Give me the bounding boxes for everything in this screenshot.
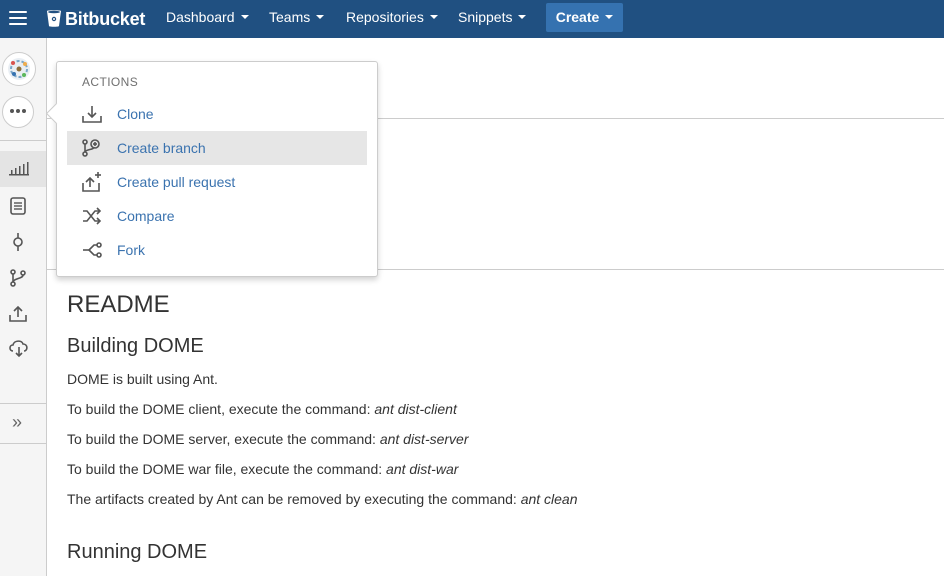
branch-add-icon [81,137,103,159]
readme-paragraph: The artifacts created by Ant can be remo… [67,490,927,508]
create-button[interactable]: Create [546,3,623,32]
action-create-pull-request-label: Create pull request [117,174,236,190]
sidebar-item-downloads[interactable] [0,330,46,366]
dot [22,108,26,113]
repository-avatar[interactable] [2,52,36,86]
action-fork-label: Fork [117,242,145,258]
command-text: ant dist-client [374,401,457,417]
caret-down-icon [316,15,325,20]
bitbucket-logo[interactable]: Bitbucket [46,8,145,30]
nav-snippets[interactable]: Snippets [458,0,527,38]
nav-repositories[interactable]: Repositories [346,0,438,38]
sidebar-item-source[interactable] [0,188,46,224]
dot [16,108,20,113]
bar-chart-icon [9,162,29,176]
repository-avatar-image [8,58,30,80]
shuffle-icon [81,205,103,227]
action-fork[interactable]: Fork [67,233,367,267]
nav-dashboard[interactable]: Dashboard [166,0,249,38]
document-icon [10,197,26,215]
more-actions-button[interactable] [2,96,34,128]
sidebar-item-pull-requests[interactable] [0,296,46,332]
branch-icon [10,269,26,287]
command-text: ant clean [520,491,578,507]
action-compare[interactable]: Compare [67,199,367,233]
command-text: ant dist-server [379,431,469,447]
caret-down-icon [518,15,527,20]
caret-down-icon [240,15,249,20]
brand-name: Bitbucket [65,8,146,29]
nav-teams[interactable]: Teams [269,0,325,38]
building-heading: Building DOME [67,335,204,357]
bitbucket-bucket-icon [47,10,61,27]
caret-down-icon [429,15,438,20]
actions-dropdown: ACTIONS Clone Create branch Create pull … [45,61,378,277]
double-chevron-right-icon: » [12,412,23,432]
paragraph-text: The artifacts created by Ant can be remo… [67,491,521,507]
commit-icon [13,233,23,251]
sidebar-item-branches[interactable] [0,260,46,296]
cloud-download-icon [9,340,28,358]
readme-title: README [67,291,170,318]
readme-paragraph: To build the DOME server, execute the co… [67,430,927,448]
readme-section: README Building DOME DOME is built using… [67,290,927,564]
paragraph-text: To build the DOME server, execute the co… [67,431,380,447]
nav-snippets-label: Snippets [458,9,513,25]
upload-icon [9,305,27,322]
sidebar: » [0,38,47,576]
top-navigation-bar: Bitbucket Dashboard Teams Repositories S… [0,0,944,38]
readme-paragraph: To build the DOME war file, execute the … [67,460,927,478]
upload-plus-icon [81,171,103,193]
readme-paragraph: DOME is built using Ant. [67,371,218,387]
paragraph-text: To build the DOME client, execute the co… [67,401,375,417]
action-compare-label: Compare [117,208,175,224]
sidebar-divider [0,140,46,141]
actions-heading: ACTIONS [82,75,139,89]
fork-icon [81,239,103,261]
nav-dashboard-label: Dashboard [166,9,235,25]
dot [10,108,14,113]
caret-down-icon [605,15,614,20]
readme-paragraph: To build the DOME client, execute the co… [67,400,927,418]
create-button-label: Create [555,9,600,25]
command-text: ant dist-war [386,461,459,477]
sidebar-divider [0,443,46,444]
sidebar-item-overview[interactable] [0,151,46,187]
sidebar-expand-button[interactable]: » [0,402,46,442]
action-create-branch-label: Create branch [117,140,206,156]
download-tray-icon [81,103,103,125]
dropdown-pointer [45,102,68,125]
nav-teams-label: Teams [269,9,311,25]
action-clone[interactable]: Clone [67,97,367,131]
menu-icon[interactable] [9,11,27,25]
nav-repositories-label: Repositories [346,9,424,25]
sidebar-item-commits[interactable] [0,224,46,260]
action-create-pull-request[interactable]: Create pull request [67,165,367,199]
action-create-branch[interactable]: Create branch [67,131,367,165]
paragraph-text: To build the DOME war file, execute the … [67,461,387,477]
running-heading: Running DOME [67,541,208,563]
action-clone-label: Clone [117,106,154,122]
